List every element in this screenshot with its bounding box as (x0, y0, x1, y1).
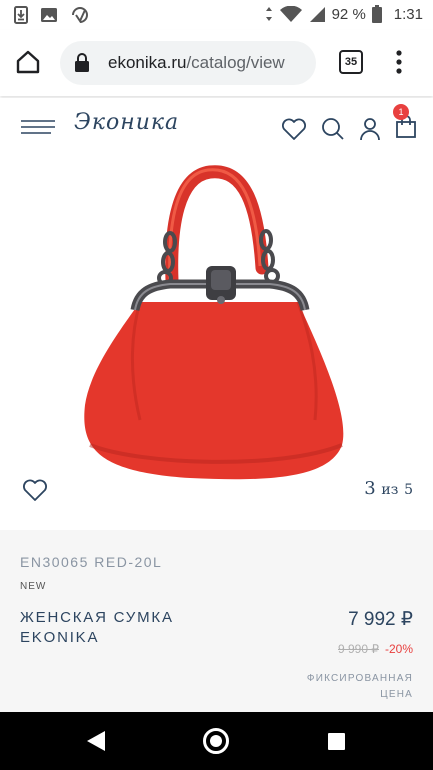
gallery-separator: из (381, 482, 399, 498)
address-bar[interactable]: ekonika.ru/catalog/view (60, 41, 316, 85)
gallery-total: 5 (404, 482, 413, 498)
search-icon[interactable] (321, 117, 345, 141)
gallery-counter: 3 из 5 (364, 478, 413, 499)
lock-icon (75, 53, 89, 72)
fixed-price-note: ФИКСИРОВАННАЯ ЦЕНА (306, 673, 413, 700)
data-saver-icon (72, 7, 88, 24)
cart-count-badge: 1 (393, 104, 409, 120)
wifi-icon (279, 5, 302, 22)
product-price: 7 992 ₽ (348, 609, 413, 630)
hamburger-menu-button[interactable] (21, 119, 55, 135)
battery-percent: 92 % (331, 5, 366, 23)
user-icon[interactable] (359, 117, 381, 141)
url-domain: ekonika.ru (108, 53, 187, 72)
gallery-current: 3 (364, 478, 376, 499)
status-bar-system: 92 % 1:31 (264, 5, 423, 23)
back-icon[interactable] (86, 730, 106, 752)
product-gallery[interactable]: 3 из 5 (0, 160, 433, 530)
old-price: 9 990 ₽ (338, 642, 379, 656)
browser-toolbar: ekonika.ru/catalog/view 35 (0, 30, 433, 96)
download-notification-icon (14, 6, 28, 24)
add-to-wishlist-icon[interactable] (22, 478, 48, 502)
discount-label: -20% (384, 642, 413, 656)
product-sku: EN30065 RED-20L (20, 554, 163, 570)
home-nav-icon[interactable] (203, 728, 229, 754)
recents-icon[interactable] (328, 733, 345, 750)
cart-button[interactable]: 1 (393, 104, 417, 143)
header-actions: 1 (281, 104, 417, 143)
url-path: /catalog/view (186, 53, 285, 72)
product-info: EN30065 RED-20L NEW ЖЕНСКАЯ СУМКА EKONIK… (0, 530, 433, 712)
status-bar-notifications (14, 6, 90, 24)
product-image (84, 165, 344, 480)
home-icon (16, 50, 40, 74)
clock: 1:31 (393, 5, 423, 23)
browser-home-button[interactable] (14, 48, 42, 76)
browser-menu-button[interactable] (392, 48, 406, 76)
more-vert-icon (396, 50, 402, 74)
product-name: ЖЕНСКАЯ СУМКА EKONIKA (20, 609, 174, 646)
battery-icon (371, 5, 382, 23)
system-nav-bar (0, 712, 433, 770)
heart-icon[interactable] (281, 117, 307, 141)
new-badge: NEW (20, 581, 47, 592)
address-url: ekonika.ru/catalog/view (108, 53, 285, 73)
status-bar: 92 % 1:31 (0, 0, 433, 30)
tab-switcher-button[interactable]: 35 (339, 50, 363, 74)
site-header: Эконика 1 (0, 98, 433, 158)
hamburger-menu-icon (21, 120, 55, 134)
image-notification-icon (41, 8, 57, 22)
signal-icon (309, 6, 325, 22)
sync-arrows-icon (265, 7, 272, 21)
site-logo[interactable]: Эконика (74, 110, 179, 135)
